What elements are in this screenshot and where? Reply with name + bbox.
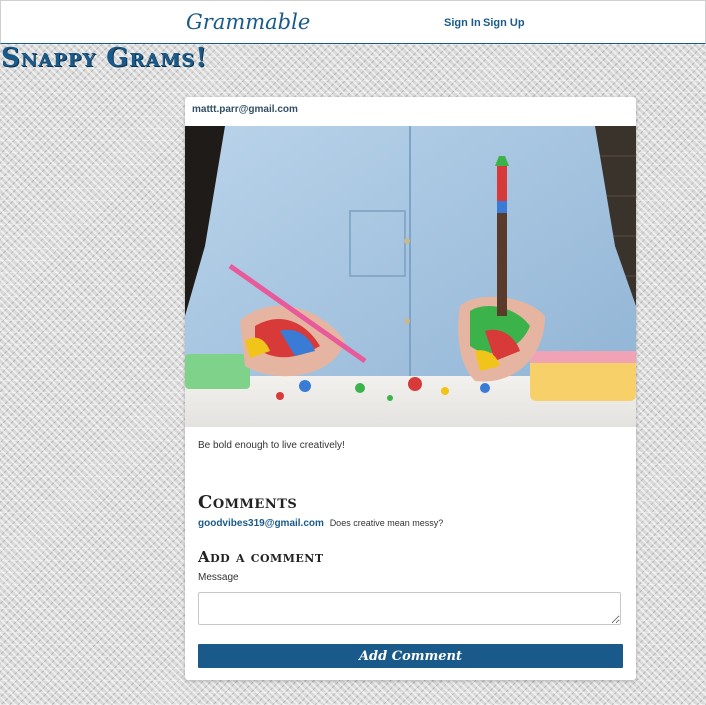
brand-logo-link[interactable]: Grammable (186, 10, 310, 34)
comment-author: goodvibes319@gmail.com (198, 518, 324, 529)
post-author: mattt.parr@gmail.com (192, 104, 298, 115)
post-card: mattt.parr@gmail.com Be bold enough to l… (185, 97, 636, 680)
message-input[interactable] (198, 592, 621, 625)
comments-heading: Comments (198, 492, 298, 513)
sign-up-link[interactable]: Sign Up (483, 17, 525, 29)
top-navbar: Grammable Sign In Sign Up (0, 0, 706, 44)
add-comment-button[interactable]: Add Comment (198, 644, 623, 668)
comment-item: goodvibes319@gmail.com Does creative mea… (198, 518, 443, 529)
post-caption: Be bold enough to live creatively! (198, 440, 345, 451)
comment-text: Does creative mean messy? (329, 518, 444, 528)
message-label: Message (198, 572, 239, 583)
add-comment-heading: Add a comment (198, 548, 324, 566)
sign-in-link[interactable]: Sign In (444, 17, 481, 29)
post-photo (185, 126, 636, 427)
page-title: Snappy Grams! (1, 43, 208, 73)
